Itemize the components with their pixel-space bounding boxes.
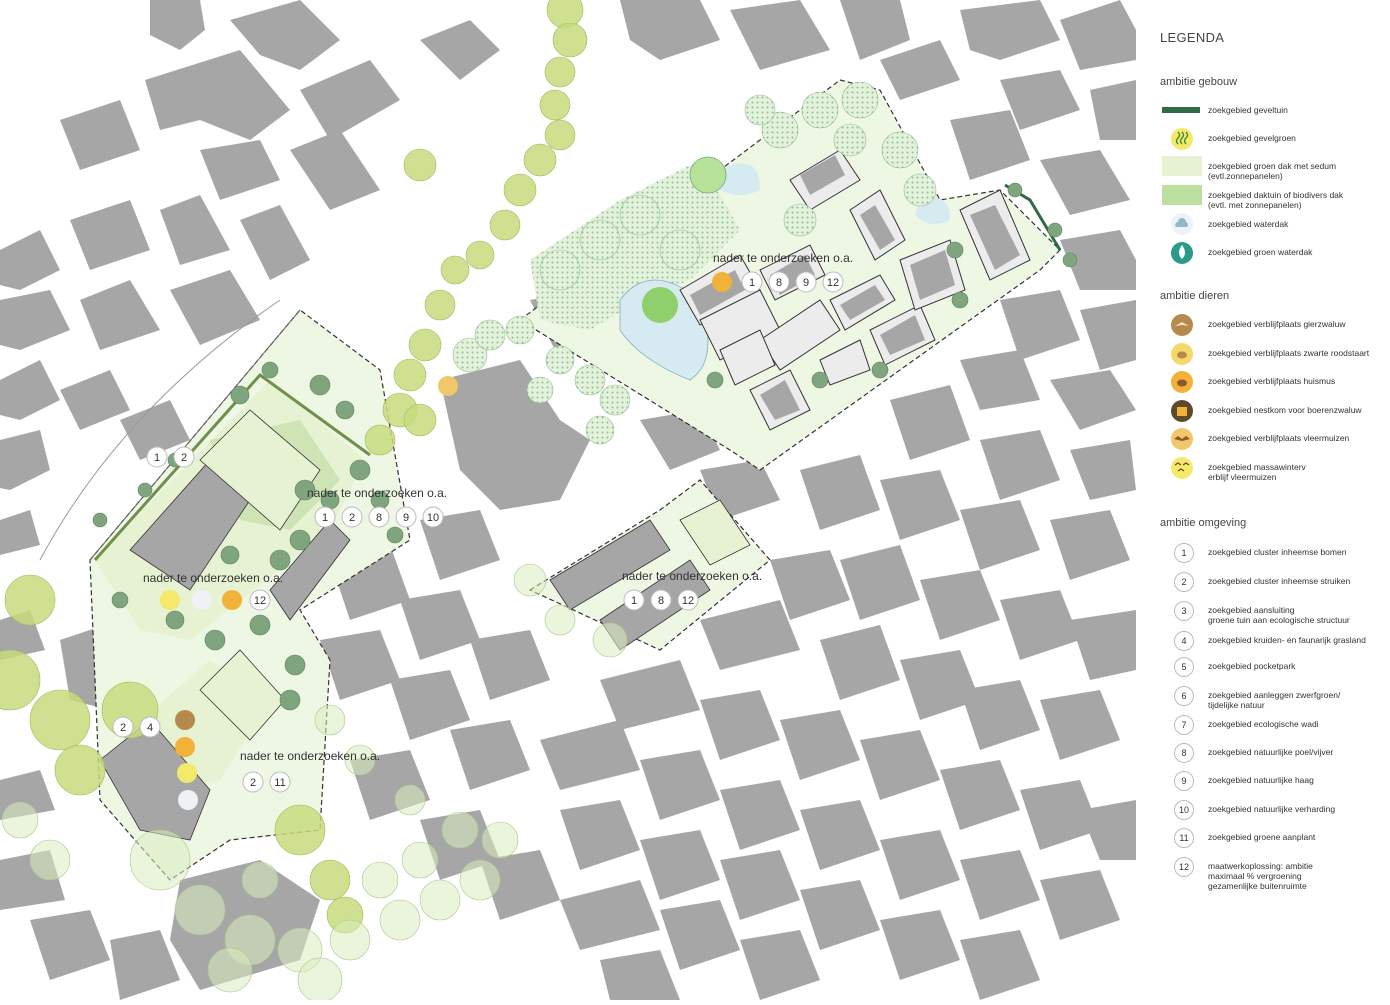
swift-icon — [175, 710, 195, 730]
map-number-badge-label: 4 — [147, 722, 153, 734]
nestbox-icon — [1160, 398, 1212, 426]
study-number-badge-label: 12 — [682, 595, 694, 607]
study-number-badge-label: 2 — [349, 512, 355, 524]
number-badge: 12 — [1174, 857, 1194, 877]
number-badge: 11 — [1174, 828, 1194, 848]
legend-item-vleermuizen: zoekgebied verblijfplaats vleermuizen — [1160, 426, 1385, 454]
number-badge: 2 — [1174, 572, 1194, 592]
legend-panel: LEGENDA ambitie gebouw zoekgebied gevelt… — [1140, 0, 1390, 1000]
map-number-badge-label: 2 — [120, 722, 126, 734]
legend-item-groen-dak: zoekgebied groen dak met sedum (evtl.zon… — [1160, 154, 1385, 182]
study-number-badge-label: 9 — [403, 512, 409, 524]
legend-item-omgeving-12: 12 maatwerkoplossing: ambitie maximaal % … — [1160, 854, 1385, 891]
legend-item-omgeving-3: 3 zoekgebied aansluiting groene tuin aan … — [1160, 598, 1385, 626]
green-swatch-icon — [1160, 183, 1212, 211]
bats-group-icon — [1160, 455, 1212, 483]
study-number-badge-label: 1 — [322, 512, 328, 524]
site-plan-map: nader te onderzoeken o.a. 1 8 9 12 nader te o… — [0, 0, 1136, 1003]
cloud-icon — [1160, 212, 1212, 240]
study-number-badge-label: 1 — [631, 595, 637, 607]
legend-item-gevelgroen: zoekgebied gevelgroen — [1160, 126, 1385, 154]
legend-heading-dieren: ambitie dieren — [1160, 290, 1230, 302]
legend-heading-omgeving: ambitie omgeving — [1160, 517, 1247, 529]
number-badge: 10 — [1174, 800, 1194, 820]
map-canvas: nader te onderzoeken o.a.1 8 9 12nader te o… — [0, 0, 1136, 1003]
bat-icon — [438, 376, 458, 396]
legend-item-omgeving-7: 7 zoekgebied ecologische wadi — [1160, 712, 1385, 740]
map-number-badge-label: 2 — [181, 452, 187, 464]
number-badge: 8 — [1174, 743, 1194, 763]
map-number-badge-label: 1 — [154, 452, 160, 464]
redstart-icon — [1160, 341, 1212, 369]
study-number-badge-label: 10 — [427, 512, 439, 524]
legend-item-omgeving-6: 6 zoekgebied aanleggen zwerfgroen/ tijdel… — [1160, 683, 1385, 711]
legend-item-groen-waterdak: zoekgebied groen waterdak — [1160, 240, 1385, 268]
study-number-badge-label: 9 — [803, 277, 809, 289]
legend-item-omgeving-11: 11 zoekgebied groene aanplant — [1160, 825, 1385, 853]
study-label: nader te onderzoeken o.a. — [240, 749, 380, 763]
legend-heading-gebouw: ambitie gebouw — [1160, 76, 1238, 88]
study-number-badge-label: 11 — [274, 777, 285, 789]
legend-item-huismus: zoekgebied verblijfplaats huismus — [1160, 369, 1385, 397]
legend-item-zwarte-roodstaart: zoekgebied verblijfplaats zwarte roodsta… — [1160, 341, 1385, 369]
number-badge: 1 — [1174, 543, 1194, 563]
study-label: nader te onderzoeken o.a. — [307, 486, 447, 500]
study-label: nader te onderzoeken o.a. — [622, 569, 762, 583]
number-badge: 3 — [1174, 601, 1194, 621]
facade-green-icon — [1160, 126, 1212, 154]
legend-item-omgeving-8: 8 zoekgebied natuurlijke poel/vijver — [1160, 740, 1385, 768]
study-number-badge-label: 12 — [827, 277, 839, 289]
study-number-badge-label: 12 — [254, 595, 266, 607]
swift-icon — [1160, 312, 1212, 340]
study-number-badge-label: 8 — [376, 512, 382, 524]
facade-green-icon — [160, 590, 180, 610]
sparrow-icon — [222, 590, 242, 610]
legend-item-waterdak: zoekgebied waterdak — [1160, 212, 1385, 240]
legend-item-gierzwaluw: zoekgebied verblijfplaats gierzwaluw — [1160, 312, 1385, 340]
legend-item-omgeving-1: 1 zoekgebied cluster inheemse bomen — [1160, 540, 1385, 568]
cloud-icon — [178, 790, 198, 810]
legend-item-daktuin: zoekgebied daktuin of biodivers dak (evt… — [1160, 183, 1385, 211]
sparrow-icon — [175, 737, 195, 757]
dark-green-bar-icon — [1160, 98, 1212, 126]
study-number-badge-label: 8 — [776, 277, 782, 289]
legend-item-geveltuin: zoekgebied geveltuin — [1160, 98, 1385, 126]
number-badge: 7 — [1174, 715, 1194, 735]
legend-item-omgeving-2: 2 zoekgebied cluster inheemse struiken — [1160, 569, 1385, 597]
cloud-icon — [192, 590, 212, 610]
legend-item-omgeving-9: 9 zoekgebied natuurlijke haag — [1160, 768, 1385, 796]
water-drop-icon — [1160, 240, 1212, 268]
legend-item-omgeving-5: 5 zoekgebied pocketpark — [1160, 654, 1385, 682]
facade-green-icon — [177, 763, 197, 783]
sparrow-icon — [1160, 369, 1212, 397]
study-number-badge-label: 2 — [250, 777, 256, 789]
number-badge: 9 — [1174, 771, 1194, 791]
light-green-swatch-icon — [1160, 154, 1212, 182]
study-label: nader te onderzoeken o.a. — [713, 251, 853, 265]
legend-item-massawinterverblijf: zoekgebied massawinterv erblijf vleermui… — [1160, 455, 1385, 483]
number-badge: 4 — [1174, 631, 1194, 651]
study-number-badge-label: 8 — [658, 595, 664, 607]
number-badge: 6 — [1174, 686, 1194, 706]
legend-item-omgeving-10: 10 zoekgebied natuurlijke verharding — [1160, 797, 1385, 825]
study-label: nader te onderzoeken o.a. — [143, 571, 283, 585]
number-badge: 5 — [1174, 657, 1194, 677]
bat-icon — [1160, 426, 1212, 454]
sparrow-icon — [712, 272, 732, 292]
study-number-badge-label: 1 — [749, 277, 755, 289]
legend-title: LEGENDA — [1160, 30, 1225, 45]
legend-item-boerenzwaluw: zoekgebied nestkom voor boerenzwaluw — [1160, 398, 1385, 426]
legend-item-omgeving-4: 4 zoekgebied kruiden- en faunarijk grasla… — [1160, 628, 1385, 656]
